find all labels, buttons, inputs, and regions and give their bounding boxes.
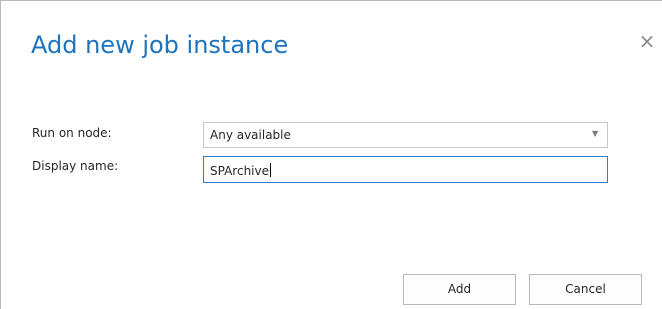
chevron-down-icon: ▼ — [592, 129, 599, 138]
display-name-input[interactable]: SPArchive — [203, 156, 608, 183]
cancel-button[interactable]: Cancel — [529, 274, 642, 305]
dialog-title: Add new job instance — [31, 31, 289, 59]
run-on-node-label: Run on node: — [32, 126, 112, 140]
text-caret — [270, 163, 271, 177]
close-icon[interactable]: × — [637, 29, 657, 53]
add-job-instance-dialog: Add new job instance × Run on node: Any … — [0, 0, 662, 309]
display-name-value: SPArchive — [210, 164, 269, 178]
display-name-label: Display name: — [32, 159, 119, 173]
display-name-text: SPArchive — [210, 163, 271, 178]
run-on-node-select[interactable]: Any available ▼ — [203, 122, 608, 148]
add-button[interactable]: Add — [403, 274, 516, 305]
run-on-node-value: Any available — [210, 128, 291, 142]
